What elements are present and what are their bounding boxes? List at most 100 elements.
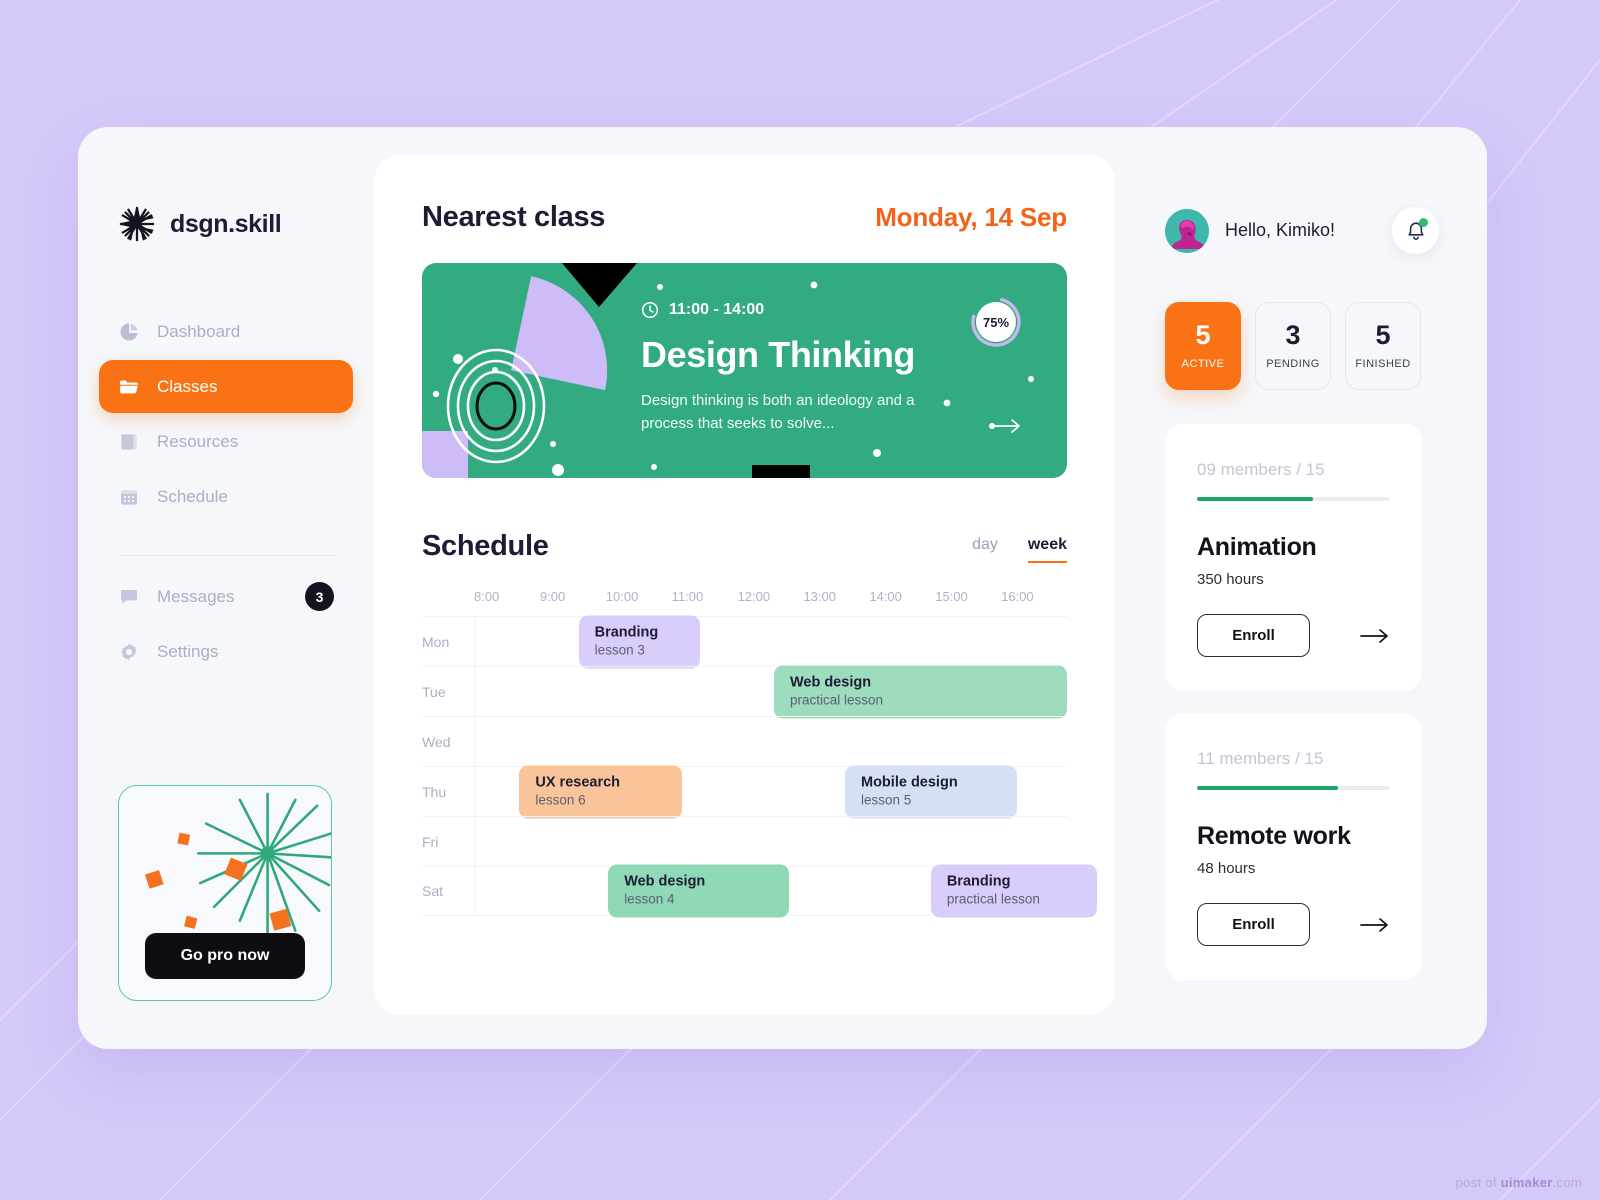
hour-tick: 11:00 [671, 589, 704, 604]
course-hours: 48 hours [1197, 860, 1256, 877]
tab-day[interactable]: day [972, 536, 998, 561]
nearest-class-hero-card[interactable]: 11:00 - 14:00 Design Thinking Design thi… [422, 263, 1067, 478]
event-subtitle: practical lesson [789, 692, 883, 708]
hero-time-text: 11:00 - 14:00 [669, 301, 765, 318]
schedule-row-mon: Mon Branding lesson 3 [422, 615, 1067, 668]
schedule-event[interactable]: Web design lesson 4 [608, 864, 789, 918]
day-track[interactable]: Web design lesson 4 Branding practical l… [474, 864, 1097, 918]
calendar-icon [121, 489, 137, 505]
schedule-event[interactable]: UX research lesson 6 [519, 765, 683, 818]
sidebar-item-settings[interactable]: Settings [99, 625, 353, 678]
stat-pending[interactable]: 3 PENDING [1255, 302, 1331, 390]
stat-label: ACTIVE [1181, 358, 1225, 370]
tab-week[interactable]: week [1027, 536, 1067, 563]
members-count: 09 members / 15 [1197, 460, 1390, 480]
go-pro-button[interactable]: Go pro now [145, 933, 305, 979]
day-label: Tue [422, 683, 446, 700]
members-total: 15 [1305, 460, 1325, 479]
status-stats: 5 ACTIVE 3 PENDING 5 FINISHED [1165, 302, 1439, 390]
sidebar-item-resources[interactable]: Resources [99, 415, 353, 468]
sidebar-item-label: Messages [157, 586, 235, 606]
sidebar-item-label: Classes [157, 376, 218, 396]
event-subtitle: practical lesson [946, 891, 1040, 907]
stat-finished[interactable]: 5 FINISHED [1345, 302, 1421, 390]
pie-chart-icon [120, 322, 138, 341]
day-track[interactable] [474, 817, 1067, 866]
stat-active[interactable]: 5 ACTIVE [1165, 302, 1241, 390]
enroll-button[interactable]: Enroll [1197, 614, 1310, 657]
progress-ring: 75% [970, 296, 1022, 348]
go-pro-promo-card: Go pro now [118, 785, 332, 1001]
members-current: 11 members / [1197, 749, 1300, 768]
watermark-brand: uimaker [1500, 1175, 1553, 1190]
day-track[interactable]: UX research lesson 6 Mobile design lesso… [474, 765, 1067, 818]
hour-tick: 14:00 [869, 589, 902, 604]
members-total: 15 [1304, 749, 1324, 768]
schedule-event[interactable]: Branding practical lesson [930, 864, 1097, 918]
schedule-row-sat: Sat Web design lesson 4 Branding practic… [422, 864, 1097, 918]
stat-label: FINISHED [1355, 358, 1411, 370]
members-progress-bar [1197, 497, 1390, 501]
course-card-animation: 09 members / 15 Animation 350 hours Enro… [1165, 424, 1422, 691]
sidebar-item-dashboard[interactable]: Dashboard [99, 305, 353, 358]
course-card-remote-work: 11 members / 15 Remote work 48 hours Enr… [1165, 713, 1422, 980]
current-date: Monday, 14 Sep [875, 202, 1067, 232]
sidebar-nav-secondary: Messages 3 Settings [78, 570, 374, 678]
day-track[interactable]: Web design practical lesson [474, 665, 1067, 718]
gear-icon [121, 643, 137, 660]
enroll-button[interactable]: Enroll [1197, 903, 1310, 946]
watermark-suffix: .com [1552, 1175, 1582, 1190]
hour-tick: 10:00 [605, 589, 639, 604]
page-title: Nearest class [422, 201, 606, 233]
schedule-event[interactable]: Web design practical lesson [773, 665, 1067, 718]
brand-name: dsgn.skill [170, 209, 282, 238]
sidebar-item-label: Schedule [157, 486, 228, 506]
event-title: Web design [624, 873, 706, 890]
schedule-grid: 8:00 9:00 10:00 11:00 12:00 13:00 14:00 … [422, 589, 1097, 918]
day-label: Wed [422, 733, 451, 750]
hero-time-row: 11:00 - 14:00 [641, 301, 931, 319]
main-header: Nearest class Monday, 14 Sep [422, 201, 1067, 234]
event-subtitle: lesson 4 [624, 891, 675, 907]
course-title: Remote work [1197, 822, 1351, 850]
schedule-rows: Mon Branding lesson 3 Tue Web design pra… [422, 615, 1097, 918]
progress-ring-label: 75% [982, 314, 1010, 330]
arrow-right-icon[interactable] [1360, 628, 1390, 644]
day-track[interactable]: Branding lesson 3 [474, 615, 1067, 668]
watermark-prefix: post of [1455, 1175, 1501, 1190]
main-content: Nearest class Monday, 14 Sep 11:00 - 14:… [374, 127, 1487, 1049]
brand: dsgn.skill [78, 205, 374, 243]
members-progress-bar [1197, 786, 1390, 790]
schedule-row-wed: Wed [422, 716, 1067, 766]
day-track[interactable] [474, 717, 1067, 766]
schedule-hour-axis: 8:00 9:00 10:00 11:00 12:00 13:00 14:00 … [422, 589, 1067, 604]
greeting-text: Hello, Kimiko! [1225, 220, 1336, 240]
book-icon [121, 433, 137, 450]
stat-number: 5 [1375, 320, 1391, 350]
course-actions: Enroll [1197, 903, 1390, 946]
hour-tick: 8:00 [474, 589, 500, 604]
arrow-right-icon[interactable] [992, 418, 1022, 434]
members-current: 09 members / [1197, 460, 1301, 479]
event-subtitle: lesson 5 [861, 792, 912, 808]
sidebar-divider [118, 555, 334, 556]
day-label: Sat [422, 883, 444, 899]
avatar[interactable] [1165, 208, 1209, 253]
members-progress-fill [1197, 786, 1338, 790]
app-window: dsgn.skill Dashboard Classes Resources S… [78, 127, 1487, 1049]
sidebar-item-schedule[interactable]: Schedule [99, 470, 353, 523]
notifications-button[interactable] [1392, 207, 1439, 254]
schedule-event[interactable]: Mobile design lesson 5 [845, 765, 1017, 818]
members-progress-fill [1197, 497, 1313, 501]
course-hours: 350 hours [1197, 571, 1264, 588]
hour-tick: 12:00 [737, 589, 771, 604]
sidebar-item-classes[interactable]: Classes [99, 360, 353, 413]
event-title: UX research [535, 774, 621, 790]
schedule-event[interactable]: Branding lesson 3 [578, 615, 700, 668]
sidebar-item-messages[interactable]: Messages 3 [99, 570, 353, 623]
schedule-row-fri: Fri [422, 816, 1067, 866]
user-header: Hello, Kimiko! [1165, 207, 1439, 254]
arrow-right-icon[interactable] [1360, 917, 1390, 933]
stat-label: PENDING [1266, 358, 1320, 370]
hour-tick: 9:00 [539, 589, 566, 604]
